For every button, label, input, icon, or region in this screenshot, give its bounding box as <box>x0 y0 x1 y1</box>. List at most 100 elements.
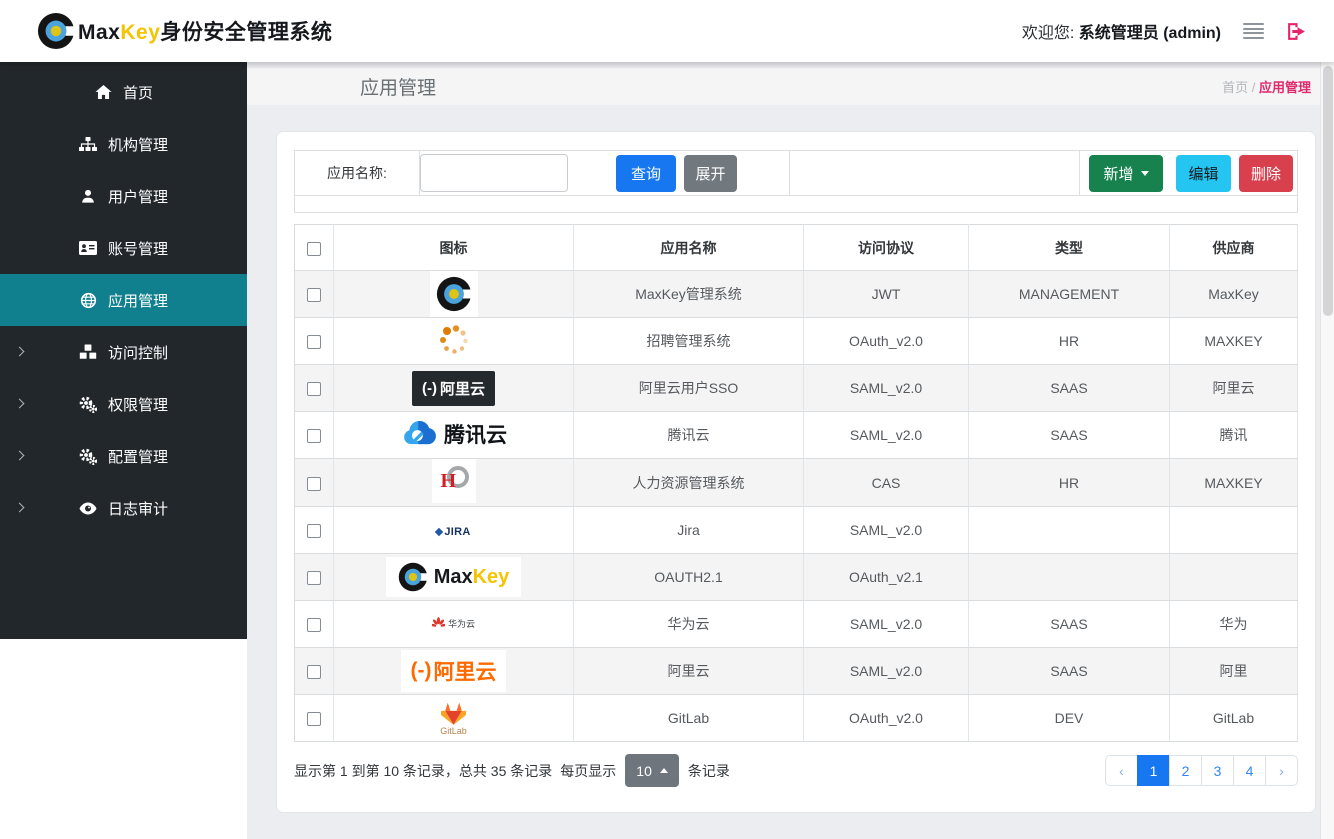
row-checkbox[interactable] <box>307 429 321 443</box>
row-checkbox[interactable] <box>307 665 321 679</box>
sidebar-item-config[interactable]: 配置管理 <box>0 430 247 482</box>
col-header-name: 应用名称 <box>574 225 804 271</box>
sidebar-item-home[interactable]: 首页 <box>0 66 247 118</box>
brand: MaxKey身份安全管理系统 <box>37 12 332 50</box>
chevron-right-icon <box>15 347 25 357</box>
gitlab-logo: GitLab <box>440 701 467 736</box>
add-button[interactable]: 新增 <box>1089 155 1163 192</box>
col-header-type: 类型 <box>969 225 1170 271</box>
sidebar-item-accounts[interactable]: 账号管理 <box>0 222 247 274</box>
select-all-checkbox[interactable] <box>307 242 321 256</box>
per-page-suffix: 条记录 <box>688 761 730 781</box>
table-row: 华为云 华为云 SAML_v2.0 SAAS 华为 <box>295 601 1298 648</box>
table-row: H 人力资源管理系统 CAS HR MAXKEY <box>295 459 1298 507</box>
expand-button[interactable]: 展开 <box>684 155 737 192</box>
menu-toggle-icon[interactable] <box>1243 23 1264 39</box>
aliyun-dark-logo: (-)阿里云 <box>412 371 495 406</box>
logout-icon[interactable] <box>1286 22 1307 41</box>
row-checkbox[interactable] <box>307 524 321 538</box>
gears-icon <box>79 447 98 465</box>
top-navbar: MaxKey身份安全管理系统 欢迎您: 系统管理员 (admin) <box>0 0 1334 62</box>
row-checkbox[interactable] <box>307 288 321 302</box>
row-checkbox[interactable] <box>307 571 321 585</box>
next-page-button[interactable]: › <box>1265 755 1298 786</box>
spinner-icon <box>436 322 472 358</box>
sidebar-item-audit[interactable]: 日志审计 <box>0 482 247 534</box>
sidebar-item-permissions[interactable]: 权限管理 <box>0 378 247 430</box>
gears-icon <box>79 395 98 413</box>
globe-icon <box>79 291 98 309</box>
row-checkbox[interactable] <box>307 477 321 491</box>
pager: ‹ 1 2 3 4 › <box>1105 755 1298 786</box>
toolbar: 应用名称: 查询 展开 新增 编辑 删除 <box>294 150 1298 213</box>
row-checkbox[interactable] <box>307 382 321 396</box>
home-icon <box>94 83 113 101</box>
table-row: 腾讯云 腾讯云 SAML_v2.0 SAAS 腾讯 <box>295 412 1298 459</box>
edit-button[interactable]: 编辑 <box>1176 155 1231 192</box>
app-name-search-input[interactable] <box>420 154 568 192</box>
table-row: JIRA Jira SAML_v2.0 <box>295 507 1298 554</box>
table-row: (-)阿里云 阿里云 SAML_v2.0 SAAS 阿里 <box>295 648 1298 695</box>
search-label: 应用名称: <box>295 151 420 195</box>
delete-button[interactable]: 删除 <box>1239 155 1293 192</box>
id-card-icon <box>79 239 98 257</box>
sitemap-icon <box>79 135 98 153</box>
sidebar-item-apps[interactable]: 应用管理 <box>0 274 247 326</box>
page-header: 应用管理 首页 / 应用管理 <box>247 68 1320 105</box>
table-row: (-)阿里云 阿里云用户SSO SAML_v2.0 SAAS 阿里云 <box>295 365 1298 412</box>
query-button[interactable]: 查询 <box>616 155 676 192</box>
huawei-cloud-logo: 华为云 <box>432 617 475 630</box>
per-page-prefix: 每页显示 <box>560 761 616 781</box>
table-header-row: 图标 应用名称 访问协议 类型 供应商 <box>295 225 1298 271</box>
scrollbar-thumb[interactable] <box>1323 66 1333 316</box>
user-icon <box>79 187 98 205</box>
breadcrumb-separator: / <box>1252 80 1256 95</box>
apps-table: 图标 应用名称 访问协议 类型 供应商 MaxKey管理系统 JWT MANAG… <box>294 224 1298 742</box>
maxkey-icon <box>436 276 472 312</box>
breadcrumb-home-link[interactable]: 首页 <box>1222 80 1248 95</box>
chevron-right-icon <box>15 399 25 409</box>
table-row: 招聘管理系统 OAuth_v2.0 HR MAXKEY <box>295 318 1298 365</box>
caret-up-icon <box>660 768 668 773</box>
sidebar-item-org[interactable]: 机构管理 <box>0 118 247 170</box>
maxkey-full-logo: MaxKey <box>386 557 522 597</box>
main-content: 应用管理 首页 / 应用管理 应用名称: 查询 展开 <box>247 62 1320 839</box>
page-button-2[interactable]: 2 <box>1169 755 1202 786</box>
tencent-cloud-logo: 腾讯云 <box>400 419 507 449</box>
chevron-right-icon <box>15 503 25 513</box>
sidebar-item-users[interactable]: 用户管理 <box>0 170 247 222</box>
cubes-icon <box>79 343 98 361</box>
eye-icon <box>79 499 98 517</box>
page-button-4[interactable]: 4 <box>1233 755 1266 786</box>
brand-text: MaxKey身份安全管理系统 <box>78 16 332 46</box>
page-button-3[interactable]: 3 <box>1201 755 1234 786</box>
prev-page-button[interactable]: ‹ <box>1105 755 1138 786</box>
welcome-text: 欢迎您: 系统管理员 (admin) <box>1022 19 1221 43</box>
breadcrumb: 首页 / 应用管理 <box>1222 77 1311 96</box>
page-title: 应用管理 <box>360 73 436 100</box>
row-checkbox[interactable] <box>307 335 321 349</box>
page-size-dropdown[interactable]: 10 <box>625 754 679 787</box>
pagination-bar: 显示第 1 到第 10 条记录，总共 35 条记录 每页显示 10 条记录 ‹ … <box>294 754 1298 787</box>
sidebar-item-access-control[interactable]: 访问控制 <box>0 326 247 378</box>
row-checkbox[interactable] <box>307 712 321 726</box>
page-button-1[interactable]: 1 <box>1137 755 1170 786</box>
apps-panel: 应用名称: 查询 展开 新增 编辑 删除 <box>276 131 1316 813</box>
breadcrumb-current: 应用管理 <box>1259 80 1311 95</box>
col-header-icon: 图标 <box>334 225 574 271</box>
maxkey-logo-icon <box>37 12 75 50</box>
aliyun-orange-logo: (-)阿里云 <box>401 650 507 692</box>
table-row: MaxKey管理系统 JWT MANAGEMENT MaxKey <box>295 271 1298 318</box>
row-checkbox[interactable] <box>307 618 321 632</box>
table-row: MaxKey OAUTH2.1 OAuth_v2.1 <box>295 554 1298 601</box>
toolbar-footer <box>295 195 1297 212</box>
hr-logo: H <box>432 459 476 503</box>
scrollbar-track[interactable] <box>1320 62 1334 839</box>
chevron-right-icon <box>15 451 25 461</box>
jira-logo: JIRA <box>436 526 470 538</box>
caret-down-icon <box>1141 171 1149 176</box>
col-header-protocol: 访问协议 <box>804 225 969 271</box>
pagination-summary: 显示第 1 到第 10 条记录，总共 35 条记录 <box>294 761 552 781</box>
toolbar-spacer <box>790 151 1080 195</box>
sidebar: 首页 机构管理 用户管理 账号管理 应用管理 <box>0 62 247 839</box>
